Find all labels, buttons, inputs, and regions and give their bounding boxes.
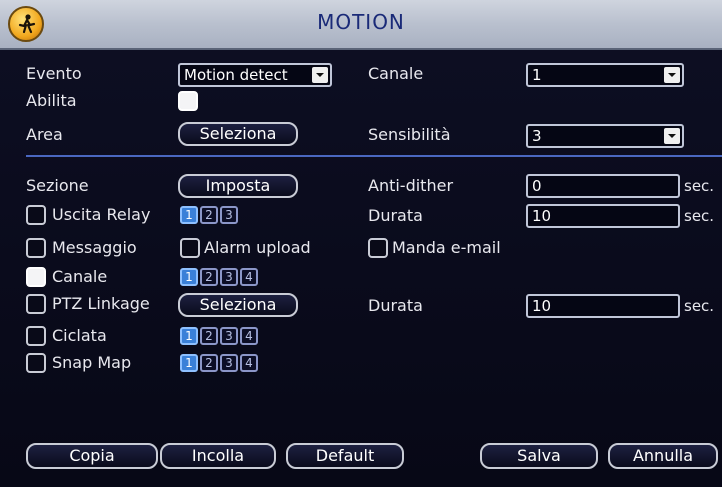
durata-unit-2: sec. — [684, 297, 715, 315]
relay-output-2[interactable]: 2 — [200, 206, 218, 224]
tour-channel-2[interactable]: 2 — [200, 327, 218, 345]
title-bar: MOTION — [0, 0, 722, 50]
channel-4[interactable]: 4 — [240, 268, 258, 286]
ptz-linkage-label: PTZ Linkage — [52, 294, 150, 313]
area-select-button[interactable]: Seleziona — [178, 122, 298, 146]
motion-settings-panel: Evento Motion detect Canale 1 Abilita Ar… — [0, 50, 722, 487]
anti-dither-input[interactable]: 0 — [526, 174, 680, 198]
abilita-checkbox[interactable] — [178, 91, 198, 111]
snap-channel-4[interactable]: 4 — [240, 354, 258, 372]
chevron-down-icon[interactable] — [664, 67, 680, 83]
canale-dropdown[interactable]: 1 — [526, 63, 684, 87]
chevron-down-icon[interactable] — [312, 67, 328, 83]
abilita-label: Abilita — [26, 91, 77, 110]
section-divider — [26, 155, 722, 157]
durata-unit: sec. — [684, 207, 715, 225]
sensibilita-value: 3 — [532, 127, 542, 145]
copia-button[interactable]: Copia — [26, 443, 158, 469]
sensibilita-dropdown[interactable]: 3 — [526, 124, 684, 148]
ptz-linkage-checkbox[interactable] — [26, 294, 46, 314]
canale-checkbox[interactable] — [26, 267, 46, 287]
ciclata-label: Ciclata — [52, 326, 107, 345]
relay-output-3[interactable]: 3 — [220, 206, 238, 224]
incolla-button[interactable]: Incolla — [160, 443, 276, 469]
sezione-label: Sezione — [26, 176, 89, 195]
durata-input[interactable]: 10 — [526, 204, 680, 228]
tour-channel-4[interactable]: 4 — [240, 327, 258, 345]
sensibilita-label: Sensibilità — [368, 125, 451, 144]
anti-dither-label: Anti-dither — [368, 176, 454, 195]
snap-map-checkbox[interactable] — [26, 353, 46, 373]
annulla-button[interactable]: Annulla — [608, 443, 718, 469]
messaggio-label: Messaggio — [52, 238, 137, 257]
canale-check-label: Canale — [52, 267, 108, 286]
alarm-upload-checkbox[interactable] — [180, 238, 200, 258]
snap-map-label: Snap Map — [52, 353, 132, 372]
anti-dither-unit: sec. — [684, 177, 715, 195]
evento-dropdown[interactable]: Motion detect — [178, 63, 332, 87]
ciclata-checkbox[interactable] — [26, 326, 46, 346]
durata-input-2[interactable]: 10 — [526, 294, 680, 318]
manda-email-checkbox[interactable] — [368, 238, 388, 258]
chevron-down-icon[interactable] — [664, 128, 680, 144]
sezione-set-button[interactable]: Imposta — [178, 174, 298, 198]
messaggio-checkbox[interactable] — [26, 238, 46, 258]
alarm-upload-label: Alarm upload — [204, 238, 311, 257]
tour-channel-1[interactable]: 1 — [180, 327, 198, 345]
default-button[interactable]: Default — [286, 443, 404, 469]
evento-value: Motion detect — [184, 66, 288, 84]
relay-output-1[interactable]: 1 — [180, 206, 198, 224]
manda-email-label: Manda e-mail — [392, 238, 501, 257]
ptz-select-button[interactable]: Seleziona — [178, 293, 298, 317]
window-title: MOTION — [317, 10, 405, 34]
snap-channel-2[interactable]: 2 — [200, 354, 218, 372]
tour-channel-3[interactable]: 3 — [220, 327, 238, 345]
uscita-relay-label: Uscita Relay — [52, 205, 151, 224]
durata-label: Durata — [368, 206, 423, 225]
channel-2[interactable]: 2 — [200, 268, 218, 286]
channel-1[interactable]: 1 — [180, 268, 198, 286]
evento-label: Evento — [26, 64, 82, 83]
durata-label-2: Durata — [368, 296, 423, 315]
canale-label: Canale — [368, 64, 424, 83]
area-label: Area — [26, 125, 63, 144]
canale-value: 1 — [532, 66, 542, 84]
salva-button[interactable]: Salva — [480, 443, 598, 469]
snap-channel-1[interactable]: 1 — [180, 354, 198, 372]
snap-channel-3[interactable]: 3 — [220, 354, 238, 372]
uscita-relay-checkbox[interactable] — [26, 205, 46, 225]
channel-3[interactable]: 3 — [220, 268, 238, 286]
